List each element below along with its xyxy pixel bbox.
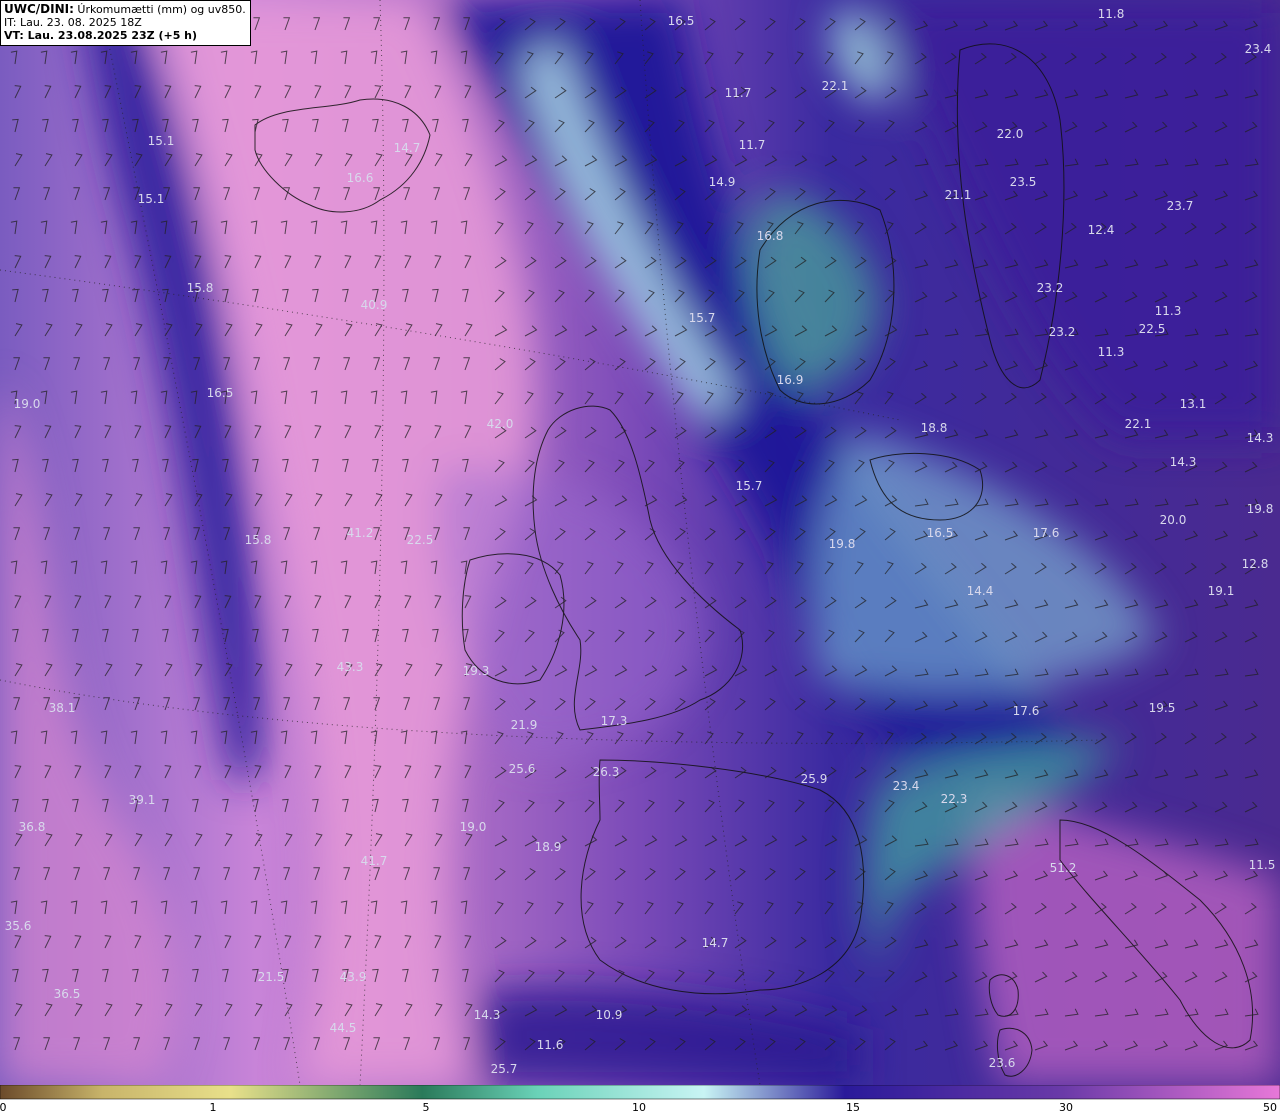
precip-value-label: 15.7: [736, 479, 763, 493]
colorbar-tick-label: 1: [210, 1101, 217, 1114]
precip-value-label: 12.4: [1088, 223, 1115, 237]
precip-value-label: 15.1: [148, 134, 175, 148]
precip-value-label: 25.6: [509, 762, 536, 776]
precip-value-label: 51.2: [1050, 861, 1077, 875]
colorbar-tick-label: 30: [1059, 1101, 1073, 1114]
precip-value-label: 36.5: [54, 987, 81, 1001]
precip-value-label: 38.1: [49, 701, 76, 715]
precip-value-label: 15.8: [187, 281, 214, 295]
precip-value-label: 25.7: [491, 1062, 518, 1076]
precip-value-label: 23.2: [1037, 281, 1064, 295]
precip-value-label: 11.6: [537, 1038, 564, 1052]
precip-value-label: 16.5: [927, 526, 954, 540]
precip-value-label: 23.4: [1245, 42, 1272, 56]
precip-value-label: 20.0: [1160, 513, 1187, 527]
precip-value-label: 43.9: [340, 970, 367, 984]
initial-time: IT: Lau. 23. 08. 2025 18Z: [4, 16, 142, 29]
precip-value-label: 19.1: [1208, 584, 1235, 598]
precip-value-label: 11.8: [1098, 7, 1125, 21]
precip-value-label: 23.6: [989, 1056, 1016, 1070]
precip-value-label: 16.5: [207, 386, 234, 400]
precip-value-label: 36.8: [19, 820, 46, 834]
precip-value-label: 16.6: [347, 171, 374, 185]
precip-value-label: 21.9: [511, 718, 538, 732]
model-name: UWC/DINI:: [4, 2, 74, 16]
precip-value-label: 10.9: [596, 1008, 623, 1022]
precip-value-label: 23.5: [1010, 175, 1037, 189]
precip-value-label: 16.5: [668, 14, 695, 28]
colorbar: 0 1 5 10 15 30 50: [0, 1085, 1280, 1115]
precip-value-label: 14.3: [1170, 455, 1197, 469]
precip-value-label: 11.5: [1249, 858, 1276, 872]
precip-value-label: 14.9: [709, 175, 736, 189]
colorbar-tick-label: 5: [423, 1101, 430, 1114]
precip-value-label: 12.8: [1242, 557, 1269, 571]
precip-value-label: 22.5: [407, 533, 434, 547]
precip-value-label: 26.3: [593, 765, 620, 779]
colorbar-gradient: [0, 1085, 1280, 1100]
precip-value-label: 16.8: [757, 229, 784, 243]
map-title: Úrkomumætti (mm) og uv850.: [73, 3, 246, 16]
precip-value-label: 22.1: [822, 79, 849, 93]
precip-value-label: 17.3: [601, 714, 628, 728]
precip-value-label: 21.5: [258, 970, 285, 984]
precip-value-label: 35.6: [5, 919, 32, 933]
colorbar-tick-label: 0: [0, 1101, 7, 1114]
precip-value-label: 11.3: [1155, 304, 1182, 318]
precip-value-label: 16.9: [777, 373, 804, 387]
valid-time: VT: Lau. 23.08.2025 23Z (+5 h): [4, 29, 198, 42]
precip-value-label: 19.8: [829, 537, 856, 551]
precip-value-label: 39.1: [129, 793, 156, 807]
precip-value-label: 14.3: [474, 1008, 501, 1022]
precip-value-label: 22.5: [1139, 322, 1166, 336]
precip-value-label: 40.9: [361, 298, 388, 312]
precip-value-label: 19.8: [1247, 502, 1274, 516]
precip-value-label: 41.2: [347, 526, 374, 540]
precip-value-label: 15.1: [138, 192, 165, 206]
precip-value-label: 42.0: [487, 417, 514, 431]
precip-value-label: 21.1: [945, 188, 972, 202]
precip-value-label: 22.1: [1125, 417, 1152, 431]
precip-value-label: 43.3: [337, 660, 364, 674]
precip-value-label: 17.6: [1013, 704, 1040, 718]
precip-value-label: 17.6: [1033, 526, 1060, 540]
precip-value-label: 41.7: [361, 854, 388, 868]
precip-value-label: 22.0: [997, 127, 1024, 141]
precip-value-label: 14.7: [394, 141, 421, 155]
precip-value-label: 23.7: [1167, 199, 1194, 213]
colorbar-tick-label: 50: [1263, 1101, 1277, 1114]
precip-value-label: 22.3: [941, 792, 968, 806]
precip-value-label: 19.0: [14, 397, 41, 411]
colorbar-tick-label: 15: [846, 1101, 860, 1114]
precip-value-label: 44.5: [330, 1021, 357, 1035]
precip-value-label: 15.8: [245, 533, 272, 547]
precip-value-label: 19.3: [463, 664, 490, 678]
precip-value-label: 19.0: [460, 820, 487, 834]
precip-value-label: 18.9: [535, 840, 562, 854]
precip-value-label: 11.7: [739, 138, 766, 152]
precip-value-label: 25.9: [801, 772, 828, 786]
precip-value-label: 15.7: [689, 311, 716, 325]
precip-value-label: 14.4: [967, 584, 994, 598]
precipitation-map: 16.5 11.8 23.4 22.1 11.7 11.7 22.0 15.1 14.7 16.6…: [0, 0, 1280, 1085]
precip-value-label: 14.3: [1247, 431, 1274, 445]
precip-value-label: 11.7: [725, 86, 752, 100]
precip-value-label: 13.1: [1180, 397, 1207, 411]
precip-value-label: 11.3: [1098, 345, 1125, 359]
precip-value-label: 19.5: [1149, 701, 1176, 715]
map-header: UWC/DINI: Úrkomumætti (mm) og uv850. IT:…: [0, 0, 251, 46]
precip-value-label: 23.4: [893, 779, 920, 793]
precip-value-label: 23.2: [1049, 325, 1076, 339]
colorbar-tick-label: 10: [632, 1101, 646, 1114]
precip-value-label: 14.7: [702, 936, 729, 950]
precip-value-label: 18.8: [921, 421, 948, 435]
